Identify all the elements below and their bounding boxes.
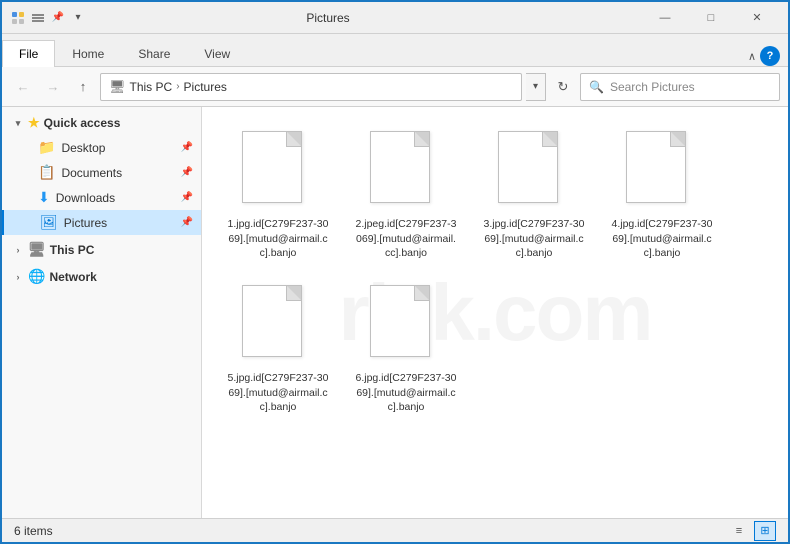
window-controls: — □ ✕ <box>642 2 780 34</box>
file-page-icon <box>242 285 302 357</box>
pictures-icon: 🖼 <box>40 214 58 231</box>
file-page-icon <box>370 285 430 357</box>
main-area: ▾ ★ Quick access 📁 Desktop 📌 📋 Documents… <box>2 107 788 518</box>
file-item[interactable]: 2.jpeg.id[C279F237-3069].[mutud@airmail.… <box>346 123 466 269</box>
file-item[interactable]: 5.jpg.id[C279F237-3069].[mutud@airmail.c… <box>218 277 338 423</box>
address-dropdown[interactable]: ▾ <box>526 73 546 101</box>
refresh-button[interactable]: ↻ <box>550 74 576 100</box>
large-icon-view-button[interactable]: ⊞ <box>754 521 776 541</box>
sidebar: ▾ ★ Quick access 📁 Desktop 📌 📋 Documents… <box>2 107 202 518</box>
content-area: risk.com 1.jpg.id[C279F237-3069].[mutud@… <box>202 107 788 518</box>
status-bar: 6 items ≡ ⊞ <box>2 518 788 542</box>
view-options: ≡ ⊞ <box>728 521 776 541</box>
minimize-button[interactable]: — <box>642 2 688 34</box>
file-explorer-window: 📌 ▾ Pictures — □ ✕ File Home Share View … <box>0 0 790 544</box>
path-pictures: Pictures <box>184 80 227 94</box>
quick-access-section: ▾ ★ Quick access 📁 Desktop 📌 📋 Documents… <box>2 111 201 235</box>
sidebar-item-desktop[interactable]: 📁 Desktop 📌 <box>2 135 201 160</box>
downloads-label: Downloads <box>56 191 115 205</box>
file-icon-wrapper <box>242 285 314 365</box>
file-item[interactable]: 4.jpg.id[C279F237-3069].[mutud@airmail.c… <box>602 123 722 269</box>
star-icon: ★ <box>28 115 40 131</box>
desktop-icon: 📁 <box>38 139 55 156</box>
computer-icon: 🖥 <box>109 79 126 95</box>
file-icon-wrapper <box>370 285 442 365</box>
pin-downloads-icon: 📌 <box>181 192 193 203</box>
file-label: 1.jpg.id[C279F237-3069].[mutud@airmail.c… <box>226 217 330 261</box>
ribbon: File Home Share View ∧ ? <box>2 34 788 67</box>
this-pc-icon: 🖥 <box>28 241 46 258</box>
close-button[interactable]: ✕ <box>734 2 780 34</box>
maximize-button[interactable]: □ <box>688 2 734 34</box>
file-label: 2.jpeg.id[C279F237-3069].[mutud@airmail.… <box>354 217 458 261</box>
tab-home[interactable]: Home <box>55 40 121 67</box>
tab-share[interactable]: Share <box>121 40 187 67</box>
file-page-icon <box>626 131 686 203</box>
network-header[interactable]: › 🌐 Network <box>2 264 201 289</box>
this-pc-section: › 🖥 This PC <box>2 237 201 262</box>
downloads-icon: ⬇ <box>38 189 50 206</box>
file-page-icon <box>370 131 430 203</box>
pin-documents-icon: 📌 <box>181 167 193 178</box>
address-path[interactable]: 🖥 This PC › Pictures <box>100 73 522 101</box>
pin-pictures-icon: 📌 <box>181 217 193 228</box>
file-icon-wrapper <box>370 131 442 211</box>
network-label: Network <box>49 270 96 284</box>
item-count: 6 items <box>14 524 53 538</box>
window-menu-icon[interactable] <box>10 10 26 26</box>
help-button[interactable]: ? <box>760 46 780 66</box>
documents-label: Documents <box>61 166 122 180</box>
list-view-button[interactable]: ≡ <box>728 521 750 541</box>
pin-desktop-icon: 📌 <box>181 142 193 153</box>
file-page-icon <box>242 131 302 203</box>
this-pc-label: This PC <box>50 243 95 257</box>
desktop-label: Desktop <box>61 141 105 155</box>
ribbon-collapse-btn[interactable]: ∧ <box>748 50 756 63</box>
documents-icon: 📋 <box>38 164 55 181</box>
search-icon: 🔍 <box>589 80 604 94</box>
network-expand-icon: › <box>10 269 26 285</box>
file-label: 6.jpg.id[C279F237-3069].[mutud@airmail.c… <box>354 371 458 415</box>
file-icon-wrapper <box>498 131 570 211</box>
file-grid: 1.jpg.id[C279F237-3069].[mutud@airmail.c… <box>218 123 772 423</box>
pin-icon[interactable]: 📌 <box>50 10 66 26</box>
file-label: 4.jpg.id[C279F237-3069].[mutud@airmail.c… <box>610 217 714 261</box>
sidebar-item-documents[interactable]: 📋 Documents 📌 <box>2 160 201 185</box>
ribbon-tabs: File Home Share View ∧ ? <box>2 34 788 66</box>
title-chevron: ▾ <box>70 10 86 26</box>
back-button[interactable]: ← <box>10 74 36 100</box>
title-bar-icons: 📌 ▾ <box>10 10 86 26</box>
search-box[interactable]: 🔍 Search Pictures <box>580 73 780 101</box>
this-pc-header[interactable]: › 🖥 This PC <box>2 237 201 262</box>
sidebar-item-pictures[interactable]: 🖼 Pictures 📌 <box>2 210 201 235</box>
title-bar: 📌 ▾ Pictures — □ ✕ <box>2 2 788 34</box>
tab-file[interactable]: File <box>2 40 55 67</box>
quick-access-label: Quick access <box>44 116 121 130</box>
file-item[interactable]: 6.jpg.id[C279F237-3069].[mutud@airmail.c… <box>346 277 466 423</box>
expand-icon: ▾ <box>10 115 26 131</box>
file-item[interactable]: 1.jpg.id[C279F237-3069].[mutud@airmail.c… <box>218 123 338 269</box>
quick-access-icon[interactable] <box>30 10 46 26</box>
quick-access-header[interactable]: ▾ ★ Quick access <box>2 111 201 135</box>
pictures-label: Pictures <box>64 216 107 230</box>
this-pc-expand-icon: › <box>10 242 26 258</box>
search-placeholder: Search Pictures <box>610 80 695 94</box>
sidebar-item-downloads[interactable]: ⬇ Downloads 📌 <box>2 185 201 210</box>
address-bar: ← → ↑ 🖥 This PC › Pictures ▾ ↻ 🔍 Search … <box>2 67 788 107</box>
forward-button[interactable]: → <box>40 74 66 100</box>
file-label: 3.jpg.id[C279F237-3069].[mutud@airmail.c… <box>482 217 586 261</box>
path-sep-1: › <box>176 81 179 92</box>
path-this-pc: This PC <box>130 80 173 94</box>
file-page-icon <box>498 131 558 203</box>
network-icon: 🌐 <box>28 268 45 285</box>
file-icon-wrapper <box>242 131 314 211</box>
network-section: › 🌐 Network <box>2 264 201 289</box>
file-label: 5.jpg.id[C279F237-3069].[mutud@airmail.c… <box>226 371 330 415</box>
file-item[interactable]: 3.jpg.id[C279F237-3069].[mutud@airmail.c… <box>474 123 594 269</box>
window-title: Pictures <box>94 11 562 25</box>
file-icon-wrapper <box>626 131 698 211</box>
up-button[interactable]: ↑ <box>70 74 96 100</box>
tab-view[interactable]: View <box>187 40 247 67</box>
